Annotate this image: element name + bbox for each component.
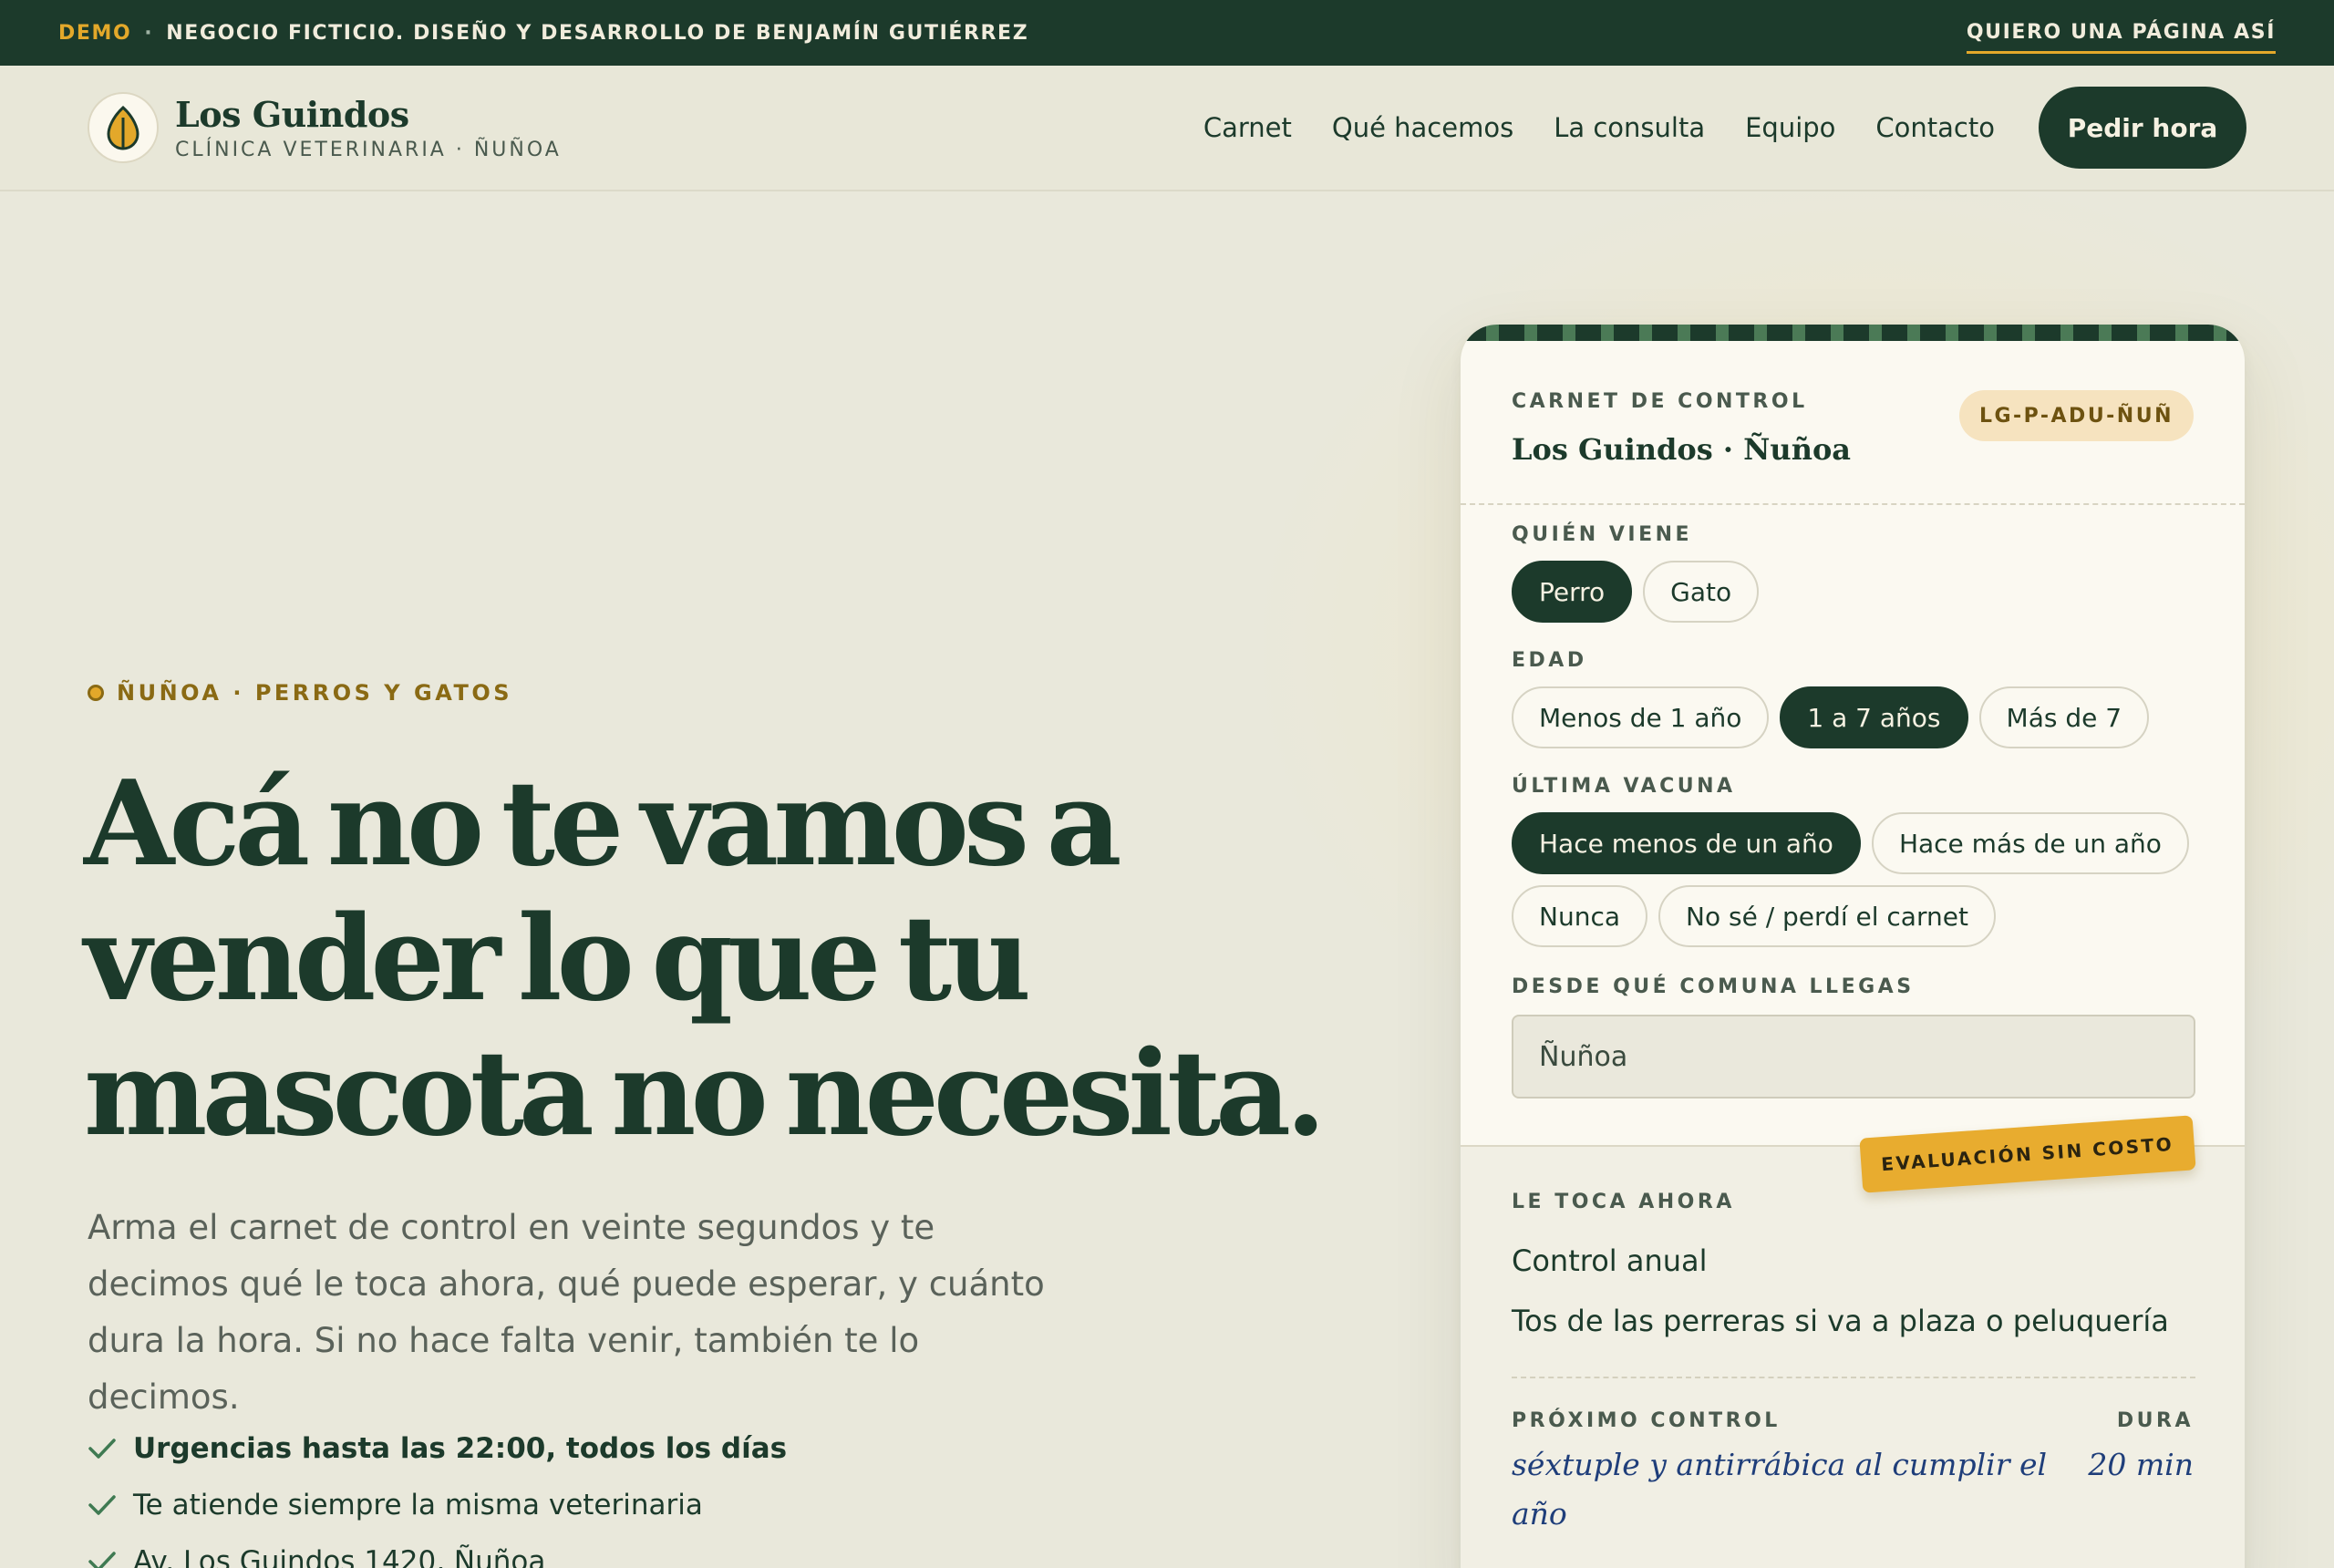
- comuna-label: DESDE QUÉ COMUNA LLEGAS: [1512, 975, 1915, 998]
- check-icon: [88, 1495, 116, 1515]
- demo-banner: DEMO · NEGOCIO FICTICIO. DISEÑO Y DESARR…: [0, 0, 2334, 66]
- leaf-icon: [88, 92, 159, 163]
- who-section: QUIÉN VIENE Perro Gato: [1512, 523, 1760, 623]
- nav-item-que-hacemos[interactable]: Qué hacemos: [1332, 112, 1513, 143]
- hero-lead: Arma el carnet de control en veinte segu…: [88, 1208, 1045, 1417]
- demo-separator: ·: [144, 21, 154, 45]
- option-no-se[interactable]: No sé / perdí el carnet: [1658, 885, 1996, 947]
- feature-item: Urgencias hasta las 22:00, todos los día…: [88, 1420, 787, 1477]
- option-gato[interactable]: Gato: [1643, 561, 1760, 623]
- who-label: QUIÉN VIENE: [1512, 523, 1693, 546]
- option-1-a-7[interactable]: 1 a 7 años: [1780, 686, 1968, 748]
- card-clinic-name: Los Guindos · Ñuñoa: [1512, 432, 1852, 467]
- result-divider: [1512, 1377, 2195, 1378]
- now-label: LE TOCA AHORA: [1512, 1191, 1735, 1213]
- nav-item-contacto[interactable]: Contacto: [1875, 112, 1995, 143]
- comuna-section: DESDE QUÉ COMUNA LLEGAS Ñuñoa: [1512, 975, 2195, 1099]
- duration-label: DURA: [2116, 1409, 2194, 1432]
- feature-item: Av. Los Guindos 1420, Ñuñoa: [88, 1533, 787, 1568]
- demo-text: NEGOCIO FICTICIO. DISEÑO Y DESARROLLO DE…: [166, 21, 1029, 45]
- next-control-value: séxtuple y antirrábica al cumplir el año: [1512, 1447, 2048, 1532]
- vaccine-options: Hace menos de un año Hace más de un año …: [1512, 812, 2205, 947]
- brand-name: Los Guindos: [175, 94, 409, 135]
- demo-tag: DEMO: [58, 21, 132, 45]
- feature-text: Urgencias hasta las 22:00, todos los día…: [133, 1432, 788, 1465]
- comuna-input[interactable]: Ñuñoa: [1512, 1015, 2195, 1099]
- card-stripe: [1461, 325, 2245, 341]
- brand-text: Los Guindos CLÍNICA VETERINARIA · ÑUÑOA: [175, 94, 562, 161]
- hero-eyebrow-text: ÑUÑOA · PERROS Y GATOS: [117, 680, 513, 706]
- nav-item-equipo[interactable]: Equipo: [1745, 112, 1835, 143]
- option-menos-de-un-ano[interactable]: Hace menos de un año: [1512, 812, 1861, 874]
- card-label: CARNET DE CONTROL: [1512, 390, 1808, 413]
- brand[interactable]: Los Guindos CLÍNICA VETERINARIA · ÑUÑOA: [88, 92, 562, 163]
- feature-text: Av. Los Guindos 1420, Ñuñoa: [133, 1545, 546, 1568]
- demo-banner-left: DEMO · NEGOCIO FICTICIO. DISEÑO Y DESARR…: [58, 22, 1028, 45]
- nav-item-la-consulta[interactable]: La consulta: [1554, 112, 1705, 143]
- card-code-badge: LG-P-ADU-ÑUÑ: [1958, 390, 2194, 441]
- nav-item-carnet[interactable]: Carnet: [1203, 112, 1292, 143]
- next-control-label: PRÓXIMO CONTROL: [1512, 1409, 1781, 1432]
- main-nav: Carnet Qué hacemos La consulta Equipo Co…: [1163, 87, 2246, 169]
- brand-subtitle: CLÍNICA VETERINARIA · ÑUÑOA: [175, 139, 562, 161]
- age-section: EDAD Menos de 1 año 1 a 7 años Más de 7: [1512, 649, 2150, 748]
- check-icon: [88, 1552, 116, 1568]
- option-nunca[interactable]: Nunca: [1512, 885, 1647, 947]
- feature-text: Te atiende siempre la misma veterinaria: [133, 1489, 703, 1522]
- option-menos-de-1[interactable]: Menos de 1 año: [1512, 686, 1770, 748]
- carnet-card: CARNET DE CONTROL Los Guindos · Ñuñoa LG…: [1461, 325, 2245, 1568]
- who-options: Perro Gato: [1512, 561, 1760, 623]
- now-item: Control anual: [1512, 1243, 1708, 1278]
- vaccine-section: ÚLTIMA VACUNA Hace menos de un año Hace …: [1512, 775, 2205, 947]
- result-panel: EVALUACIÓN SIN COSTO LE TOCA AHORA Contr…: [1461, 1115, 2245, 1568]
- age-label: EDAD: [1512, 649, 1587, 672]
- hero-headline: Acá no te vamos a vender lo que tu masco…: [84, 756, 1327, 1162]
- age-options: Menos de 1 año 1 a 7 años Más de 7: [1512, 686, 2150, 748]
- free-evaluation-stamp: EVALUACIÓN SIN COSTO: [1858, 1115, 2195, 1193]
- option-mas-de-7[interactable]: Más de 7: [1978, 686, 2150, 748]
- option-mas-de-un-ano[interactable]: Hace más de un año: [1871, 812, 2189, 874]
- site-header: Los Guindos CLÍNICA VETERINARIA · ÑUÑOA …: [0, 66, 2334, 191]
- duration-value: 20 min: [2088, 1447, 2194, 1482]
- dot-icon: [88, 685, 104, 701]
- now-item: Tos de las perreras si va a plaza o pelu…: [1512, 1304, 2169, 1338]
- demo-cta-link[interactable]: QUIERO UNA PÁGINA ASÍ: [1966, 21, 2276, 54]
- check-icon: [88, 1439, 116, 1459]
- feature-item: Te atiende siempre la misma veterinaria: [88, 1477, 787, 1533]
- book-appointment-button[interactable]: Pedir hora: [2039, 87, 2246, 169]
- feature-list: Urgencias hasta las 22:00, todos los día…: [88, 1420, 787, 1568]
- option-perro[interactable]: Perro: [1512, 561, 1633, 623]
- hero-eyebrow: ÑUÑOA · PERROS Y GATOS: [88, 680, 512, 706]
- vaccine-label: ÚLTIMA VACUNA: [1512, 775, 1736, 798]
- card-header: CARNET DE CONTROL Los Guindos · Ñuñoa LG…: [1461, 341, 2245, 505]
